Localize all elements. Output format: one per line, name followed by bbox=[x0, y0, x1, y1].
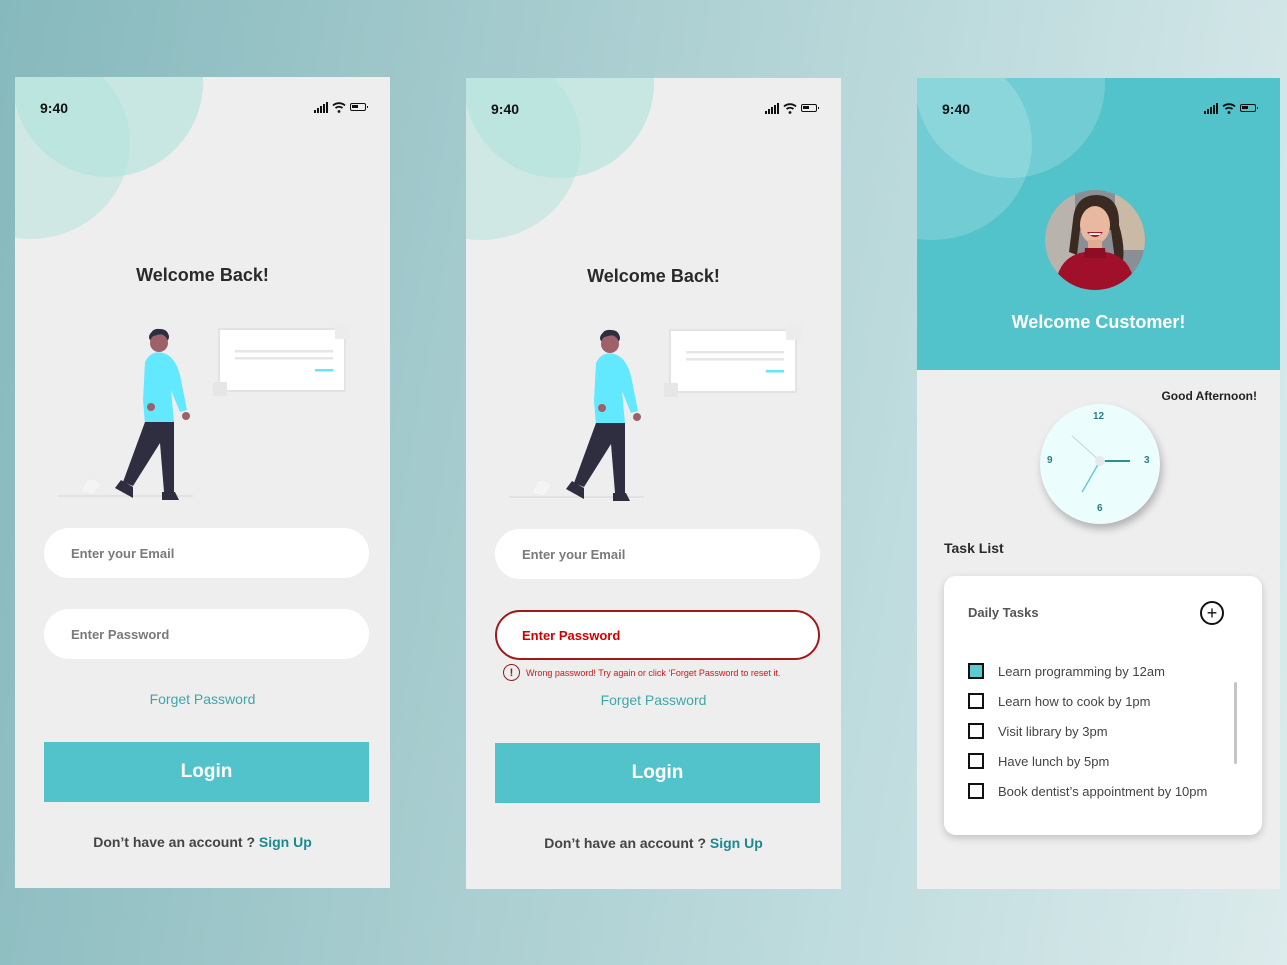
status-bar: 9:40 bbox=[917, 78, 1280, 138]
email-input[interactable]: Enter your Email bbox=[44, 528, 369, 578]
task-list-heading: Task List bbox=[944, 540, 1004, 556]
task-label: Have lunch by 5pm bbox=[998, 753, 1110, 769]
card-title: Daily Tasks bbox=[968, 605, 1039, 620]
signal-icon bbox=[314, 101, 328, 113]
wifi-icon bbox=[332, 102, 346, 113]
task-checkbox[interactable] bbox=[968, 693, 984, 709]
add-task-button[interactable]: + bbox=[1200, 601, 1224, 625]
task-checkbox[interactable] bbox=[968, 783, 984, 799]
clock-center bbox=[1095, 456, 1105, 466]
task-item[interactable]: Learn how to cook by 1pm bbox=[968, 686, 1207, 716]
password-placeholder: Enter Password bbox=[522, 627, 621, 643]
password-placeholder: Enter Password bbox=[71, 626, 170, 642]
plus-icon: + bbox=[1206, 603, 1218, 623]
welcome-title: Welcome Customer! bbox=[1011, 312, 1186, 332]
task-item[interactable]: Book dentist’s appointment by 10pm bbox=[968, 776, 1207, 806]
signup-row: Don’t have an account ? Sign Up bbox=[15, 834, 390, 850]
walking-person-illustration bbox=[509, 324, 802, 501]
avatar[interactable] bbox=[1045, 190, 1145, 290]
second-hand bbox=[1071, 435, 1101, 462]
signup-link[interactable]: Sign Up bbox=[259, 834, 312, 850]
minute-hand bbox=[1081, 460, 1101, 493]
battery-icon bbox=[350, 103, 368, 111]
task-item[interactable]: Have lunch by 5pm bbox=[968, 746, 1207, 776]
signup-row: Don’t have an account ? Sign Up bbox=[466, 835, 841, 851]
email-input[interactable]: Enter your Email bbox=[495, 529, 820, 579]
greeting-text: Good Afternoon! bbox=[1161, 389, 1257, 403]
task-item[interactable]: Visit library by 3pm bbox=[968, 716, 1207, 746]
signup-prompt: Don’t have an account ? bbox=[93, 834, 259, 850]
alert-icon: ! bbox=[503, 664, 520, 681]
task-label: Learn how to cook by 1pm bbox=[998, 693, 1151, 709]
status-bar: 9:40 bbox=[15, 77, 390, 137]
error-text: Wrong password! Try again or click ‘Forg… bbox=[526, 667, 781, 678]
task-checkbox[interactable] bbox=[968, 753, 984, 769]
wifi-icon bbox=[1222, 103, 1236, 114]
login-screen: 9:40 Welcome Back! Enter your Email Ente… bbox=[15, 77, 390, 888]
wifi-icon bbox=[783, 103, 797, 114]
walking-person-illustration bbox=[58, 323, 351, 500]
daily-tasks-card: Daily Tasks + Learn programming by 12am … bbox=[944, 576, 1262, 835]
login-button[interactable]: Login bbox=[44, 742, 369, 802]
signal-icon bbox=[1204, 102, 1218, 114]
dashboard-screen: 9:40 Welcome Customer! Good Afternoon! 1… bbox=[917, 78, 1280, 889]
login-error-screen: 9:40 Welcome Back! Enter your Email Ente… bbox=[466, 78, 841, 889]
task-checkbox[interactable] bbox=[968, 723, 984, 739]
task-list-scrollbar[interactable] bbox=[1234, 682, 1237, 764]
analog-clock: 12 3 6 9 bbox=[1040, 404, 1160, 524]
login-button[interactable]: Login bbox=[495, 743, 820, 803]
status-time: 9:40 bbox=[942, 101, 971, 117]
clock-hands bbox=[1071, 435, 1130, 493]
password-input-error[interactable]: Enter Password bbox=[495, 610, 820, 660]
battery-icon bbox=[801, 104, 819, 112]
task-item[interactable]: Learn programming by 12am bbox=[968, 656, 1207, 686]
signal-icon bbox=[765, 102, 779, 114]
forget-password-link[interactable]: Forget Password bbox=[466, 692, 841, 708]
status-bar: 9:40 bbox=[466, 78, 841, 138]
task-label: Learn programming by 12am bbox=[998, 663, 1165, 679]
status-time: 9:40 bbox=[491, 101, 520, 117]
email-placeholder: Enter your Email bbox=[71, 545, 175, 561]
task-label: Book dentist’s appointment by 10pm bbox=[998, 783, 1208, 799]
task-checkbox[interactable] bbox=[968, 663, 984, 679]
signup-prompt: Don’t have an account ? bbox=[544, 835, 710, 851]
error-message: ! Wrong password! Try again or click ‘Fo… bbox=[503, 664, 780, 681]
profile-header: 9:40 Welcome Customer! bbox=[917, 78, 1280, 370]
password-input[interactable]: Enter Password bbox=[44, 609, 369, 659]
task-label: Visit library by 3pm bbox=[998, 723, 1108, 739]
email-placeholder: Enter your Email bbox=[522, 546, 626, 562]
task-list: Learn programming by 12am Learn how to c… bbox=[968, 656, 1207, 806]
page-title: Welcome Back! bbox=[587, 266, 720, 286]
forget-password-link[interactable]: Forget Password bbox=[15, 691, 390, 707]
battery-icon bbox=[1240, 104, 1258, 112]
page-title: Welcome Back! bbox=[136, 265, 269, 285]
signup-link[interactable]: Sign Up bbox=[710, 835, 763, 851]
status-time: 9:40 bbox=[40, 100, 69, 116]
